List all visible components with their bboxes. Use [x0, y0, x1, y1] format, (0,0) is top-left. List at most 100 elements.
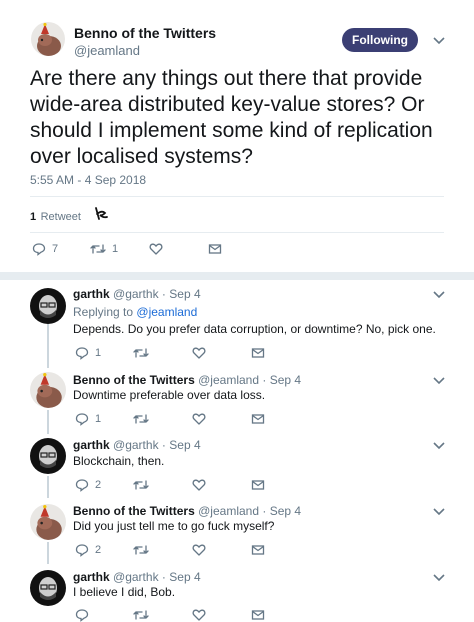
rat-avatar-image	[30, 372, 66, 408]
replying-to-prefix: Replying to	[73, 305, 134, 319]
like-icon	[192, 347, 206, 359]
chevron-down-icon[interactable]	[432, 376, 446, 386]
like-action[interactable]	[192, 542, 206, 558]
reply-author-handle[interactable]: @garthk	[113, 438, 159, 452]
reply-avatar[interactable]	[30, 372, 66, 408]
thread-line	[47, 476, 49, 498]
reply-avatar[interactable]	[30, 570, 66, 606]
chevron-down-icon[interactable]	[432, 36, 446, 46]
message-action[interactable]	[251, 607, 265, 622]
reply-author-handle[interactable]: @garthk	[113, 287, 159, 301]
retweet-stat-count: 1	[30, 211, 37, 223]
reply-action[interactable]: 1	[75, 411, 101, 427]
chevron-down-icon[interactable]	[432, 290, 446, 300]
following-button[interactable]: Following	[342, 28, 418, 52]
reply-action[interactable]: 2	[75, 477, 101, 493]
like-action[interactable]	[192, 345, 206, 361]
message-action[interactable]	[251, 542, 265, 558]
reply-author-name[interactable]: garthk	[73, 570, 110, 584]
reply-date[interactable]: Sep 4	[169, 570, 200, 584]
author-name[interactable]: Benno of the Twitters	[74, 25, 216, 41]
tweet-text: Are there any things out there that prov…	[30, 67, 433, 168]
reply-icon	[75, 609, 89, 622]
message-action[interactable]	[251, 411, 265, 427]
reply-icon	[75, 347, 89, 360]
reply-header: Benno of the Twitters @jeamland · Sep 4	[73, 373, 302, 387]
retweet-icon	[90, 244, 106, 254]
reply-icon	[75, 544, 89, 557]
reply-action[interactable]	[75, 607, 95, 622]
reply-icon	[75, 479, 89, 492]
rat-avatar-image	[31, 22, 65, 56]
reply-author-name[interactable]: Benno of the Twitters	[73, 373, 195, 387]
garthk-avatar-image	[30, 288, 66, 324]
author-handle[interactable]: @jeamland	[74, 43, 140, 58]
like-icon	[192, 544, 206, 556]
reply-avatar[interactable]	[30, 504, 66, 540]
reply-action[interactable]: 2	[75, 542, 101, 558]
reply-author-name[interactable]: garthk	[73, 438, 110, 452]
tweet-timestamp[interactable]: 5:55 AM - 4 Sep 2018	[30, 173, 146, 187]
message-action[interactable]	[251, 345, 265, 361]
retweet-icon	[133, 348, 149, 358]
reply-count: 1	[95, 413, 102, 425]
reply-text: Downtime preferable over data loss.	[73, 388, 266, 402]
reply-count: 1	[95, 347, 102, 359]
reply-date[interactable]: Sep 4	[270, 373, 301, 387]
retweet-action[interactable]	[133, 411, 149, 427]
reply-count: 2	[95, 479, 102, 491]
retweet-action[interactable]	[133, 542, 149, 558]
reply-header: garthk @garthk · Sep 4	[73, 570, 201, 584]
retweet-action[interactable]: 1	[90, 241, 118, 257]
reply-date[interactable]: Sep 4	[169, 287, 200, 301]
reply-avatar[interactable]	[30, 438, 66, 474]
like-action[interactable]	[192, 477, 206, 493]
reply-date[interactable]: Sep 4	[169, 438, 200, 452]
retweet-stat-label: Retweet	[40, 211, 81, 223]
message-icon	[251, 480, 265, 490]
garthk-avatar-image	[30, 438, 66, 474]
retweeter-avatar[interactable]	[92, 204, 110, 222]
thread-line	[47, 410, 49, 434]
reply-text: I believe I did, Bob.	[73, 585, 176, 599]
reply-count: 2	[95, 544, 102, 556]
message-action[interactable]	[251, 477, 265, 493]
retweet-action[interactable]	[133, 607, 149, 622]
like-icon	[192, 479, 206, 491]
reply-count: 7	[52, 243, 59, 255]
reply-avatar[interactable]	[30, 288, 66, 324]
retweet-count: 1	[112, 243, 119, 255]
chevron-down-icon[interactable]	[432, 573, 446, 583]
reply-text: Did you just tell me to go fuck myself?	[73, 519, 275, 533]
like-action[interactable]	[192, 607, 206, 622]
reply-author-name[interactable]: Benno of the Twitters	[73, 504, 195, 518]
message-action[interactable]	[208, 241, 222, 257]
replying-to-handle-link[interactable]: @jeamland	[136, 305, 197, 319]
reply-text: Blockchain, then.	[73, 454, 165, 468]
retweet-stats[interactable]: 1 Retweet	[30, 207, 81, 225]
message-icon	[251, 414, 265, 424]
chevron-down-icon[interactable]	[432, 441, 446, 451]
reply-author-name[interactable]: garthk	[73, 287, 110, 301]
like-icon	[192, 609, 206, 621]
thread-line	[47, 324, 49, 368]
retweet-action[interactable]	[133, 345, 149, 361]
like-icon	[192, 413, 206, 425]
reply-action[interactable]: 7	[32, 241, 58, 257]
retweet-icon	[133, 414, 149, 424]
retweet-action[interactable]	[133, 477, 149, 493]
reply-header: garthk @garthk · Sep 4	[73, 438, 201, 452]
divider	[30, 232, 444, 233]
reply-text: Depends. Do you prefer data corruption, …	[73, 322, 436, 336]
like-action[interactable]	[149, 241, 169, 257]
reply-date[interactable]: Sep 4	[270, 504, 301, 518]
chevron-down-icon[interactable]	[432, 507, 446, 517]
reply-author-handle[interactable]: @jeamland	[198, 504, 259, 518]
author-avatar[interactable]	[31, 22, 65, 56]
rat-avatar-image	[30, 504, 66, 540]
reply-author-handle[interactable]: @garthk	[113, 570, 159, 584]
like-action[interactable]	[192, 411, 206, 427]
reply-action[interactable]: 1	[75, 345, 101, 361]
reply-header: garthk @garthk · Sep 4	[73, 287, 201, 301]
reply-author-handle[interactable]: @jeamland	[198, 373, 259, 387]
